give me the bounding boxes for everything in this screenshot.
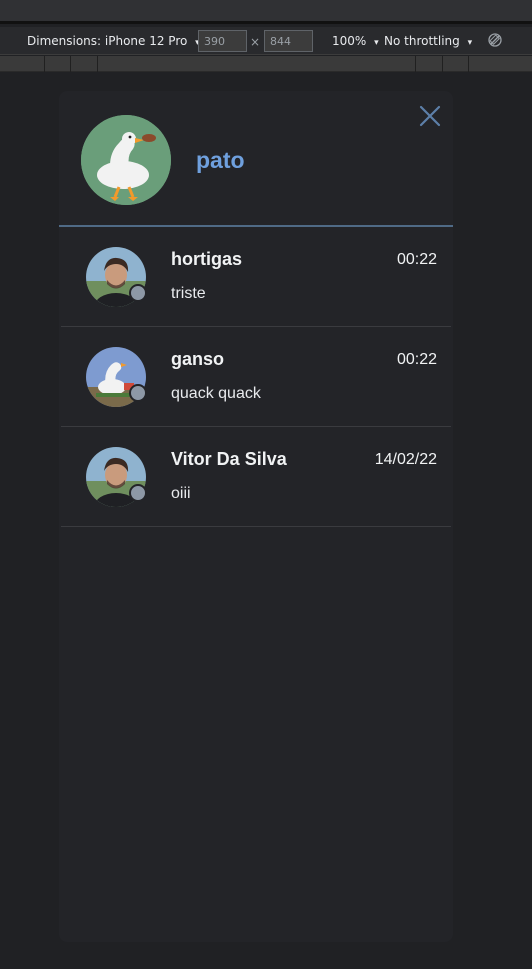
conversation-item[interactable]: hortigas 00:22 triste [61,227,451,327]
zoom-label: 100% [332,34,367,48]
device-select-label: Dimensions: iPhone 12 Pro [27,34,188,48]
conversation-time: 00:22 [396,251,437,268]
close-icon [419,105,441,127]
throttling-select[interactable]: No throttling ▾ [384,34,472,48]
ruler [0,56,532,72]
ruler-tick [97,56,98,72]
conversation-last-message: oiii [171,485,191,502]
conversation-list: hortigas 00:22 triste ganso 00:22 quack … [61,227,451,527]
conversation-time: 00:22 [396,351,437,368]
chevron-down-icon: ▾ [374,38,379,48]
rotate-icon[interactable] [487,32,503,51]
chat-panel: pato hortigas 00:22 triste ganso 00:22 q… [59,91,453,942]
conversation-name: Vitor Da Silva [171,449,287,469]
zoom-select[interactable]: 100% ▾ [332,34,379,48]
height-input[interactable]: 844 [264,30,313,52]
ruler-tick [44,56,45,72]
conversation-last-message: quack quack [171,385,261,402]
status-dot [129,284,147,302]
times-symbol: × [250,35,261,49]
chevron-down-icon: ▾ [467,38,473,48]
conversation-item[interactable]: ganso 00:22 quack quack [61,327,451,427]
goose-avatar-icon [81,115,171,205]
profile-name: pato [196,147,245,173]
profile-avatar[interactable] [81,115,171,205]
status-dot [129,484,147,502]
conversation-time: 14/02/22 [374,451,437,468]
ruler-tick [468,56,469,72]
device-select[interactable]: Dimensions: iPhone 12 Pro ▾ [27,34,200,48]
ruler-tick [70,56,71,72]
conversation-name: hortigas [171,249,243,269]
width-input[interactable]: 390 [198,30,247,52]
profile-header: pato [59,91,453,227]
conversation-name: ganso [171,349,225,369]
ruler-tick [415,56,416,72]
conversation-last-message: triste [171,285,206,302]
device-toolbar: Dimensions: iPhone 12 Pro ▾ 390 × 844 10… [0,27,532,55]
ruler-tick [442,56,443,72]
status-dot [129,384,147,402]
devtools-top-bar [0,0,532,24]
conversation-item[interactable]: Vitor Da Silva 14/02/22 oiii [61,427,451,527]
throttling-label: No throttling [384,34,460,48]
close-button[interactable] [417,103,443,129]
